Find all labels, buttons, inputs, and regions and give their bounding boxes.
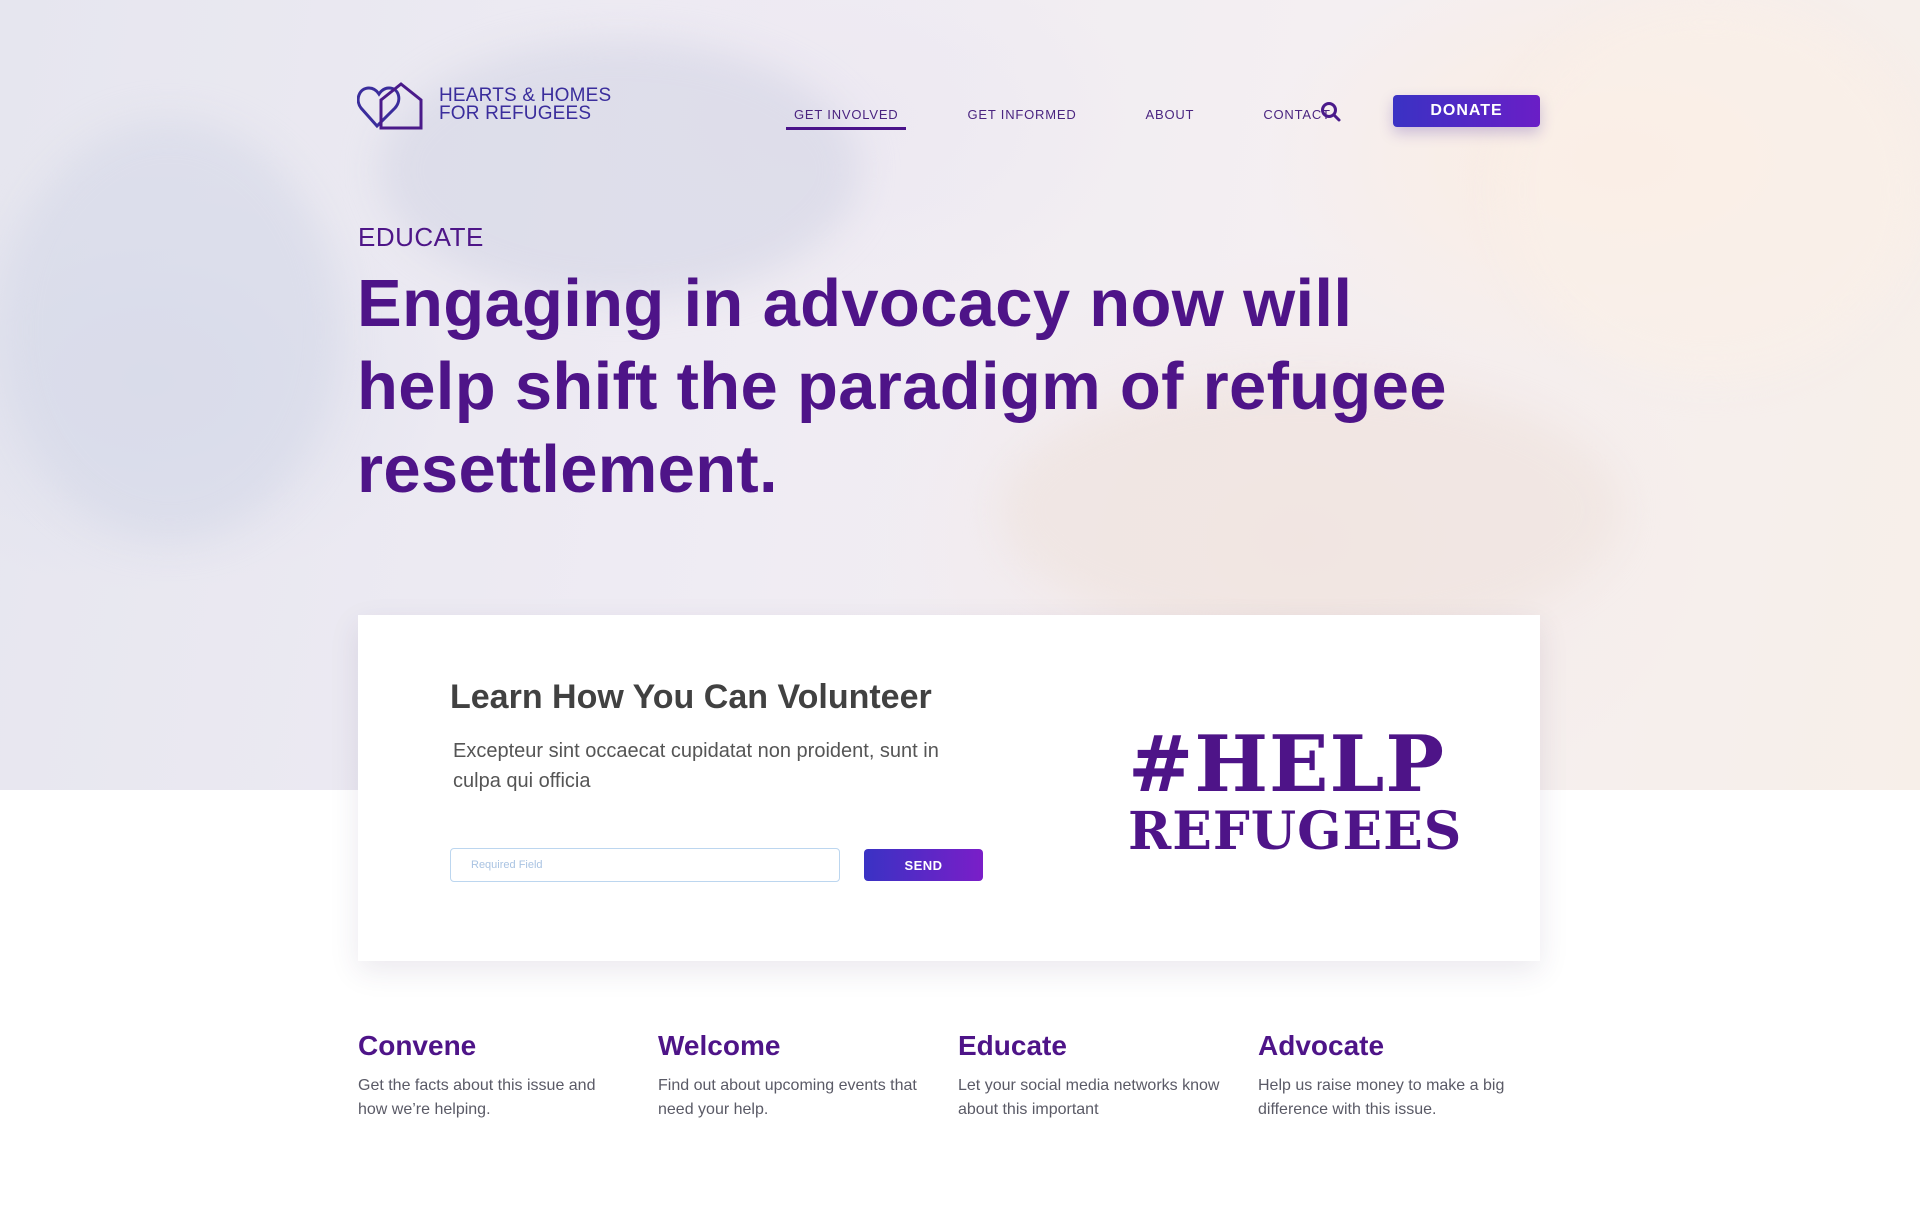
feature-title[interactable]: Convene (358, 1030, 658, 1062)
help-refugees-hashtag: #HELP REFUGEES (1128, 719, 1463, 862)
nav-get-involved[interactable]: GET INVOLVED (786, 104, 907, 130)
hero-photo-shape (1500, 0, 1920, 380)
volunteer-subtitle: Excepteur sint occaecat cupidatat non pr… (453, 740, 939, 792)
feature-text: Help us raise money to make a big differ… (1258, 1077, 1505, 1118)
nav-get-informed[interactable]: GET INFORMED (959, 104, 1084, 130)
feature-text: Let your social media networks know abou… (958, 1077, 1220, 1118)
feature-welcome: Welcome Find out about upcoming events t… (658, 1030, 958, 1122)
hero-eyebrow: EDUCATE (358, 222, 484, 252)
volunteer-email-input[interactable] (450, 848, 840, 882)
nav-about[interactable]: ABOUT (1138, 104, 1203, 130)
hero-photo-shape (0, 120, 340, 540)
site-logo[interactable]: HEARTS & HOMES FOR REFUGEES (357, 80, 611, 130)
feature-text: Get the facts about this issue and how w… (358, 1077, 596, 1118)
volunteer-title: Learn How You Can Volunteer (450, 678, 932, 716)
feature-text: Find out about upcoming events that need… (658, 1077, 917, 1118)
send-button[interactable]: SEND (864, 849, 983, 881)
feature-convene: Convene Get the facts about this issue a… (358, 1030, 658, 1122)
feature-title[interactable]: Advocate (1258, 1030, 1558, 1062)
main-nav: GET INVOLVED GET INFORMED ABOUT CONTACT (786, 104, 1392, 130)
hashtag-line-2: REFUGEES (1128, 801, 1463, 862)
features-row: Convene Get the facts about this issue a… (358, 1030, 1558, 1122)
hero-photo-shape (380, 40, 860, 300)
feature-title[interactable]: Educate (958, 1030, 1258, 1062)
feature-title[interactable]: Welcome (658, 1030, 958, 1062)
volunteer-card: Learn How You Can Volunteer Excepteur si… (358, 615, 1540, 961)
hero-headline: Engaging in advocacy now will help shift… (357, 266, 1447, 507)
donate-button[interactable]: DONATE (1393, 95, 1540, 127)
brand-name: HEARTS & HOMES FOR REFUGEES (439, 86, 611, 124)
feature-educate: Educate Let your social media networks k… (958, 1030, 1258, 1122)
heart-house-logo-icon (357, 82, 423, 130)
brand-line-2: FOR REFUGEES (439, 103, 592, 124)
feature-advocate: Advocate Help us raise money to make a b… (1258, 1030, 1558, 1122)
hashtag-line-1: #HELP (1128, 719, 1445, 810)
search-icon[interactable] (1320, 101, 1342, 123)
